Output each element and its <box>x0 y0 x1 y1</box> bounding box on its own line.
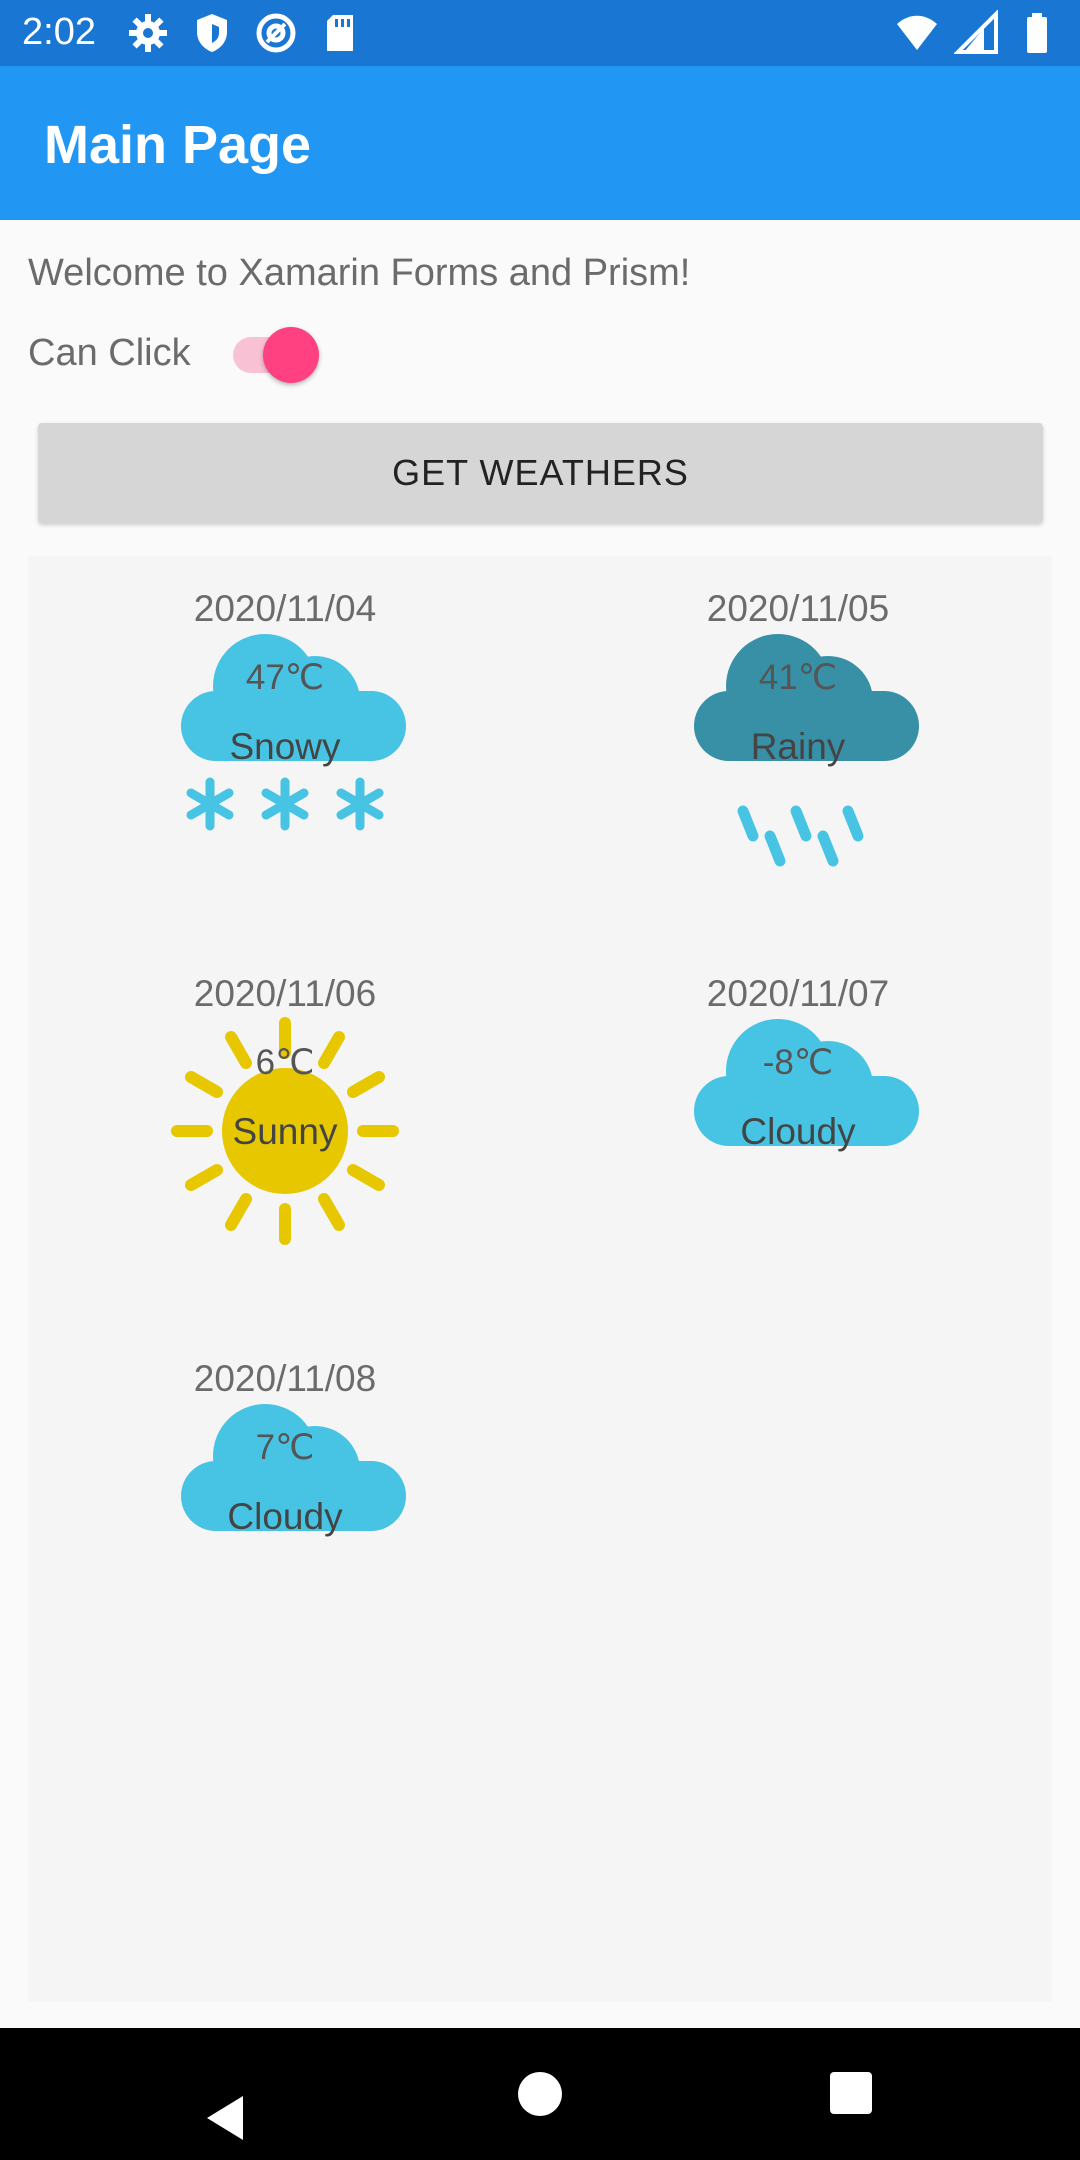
shield-icon <box>189 10 235 56</box>
recents-icon[interactable] <box>830 2072 872 2114</box>
status-time: 2:02 <box>22 11 96 53</box>
status-icons-right <box>894 9 1060 56</box>
gear-icon <box>125 10 171 56</box>
weather-condition: Sunny <box>232 1111 338 1152</box>
weather-list: 2020/11/04 47℃ Snowy 2020/11/05 41℃ Rain… <box>28 556 1052 2002</box>
weather-condition: Cloudy <box>227 1496 343 1537</box>
weather-condition: Cloudy <box>740 1111 856 1152</box>
home-icon[interactable] <box>518 2072 562 2116</box>
weather-date: 2020/11/06 <box>193 973 377 1014</box>
status-bar: 2:02 <box>0 0 1080 66</box>
status-icons-left <box>125 10 363 56</box>
weather-date: 2020/11/07 <box>706 973 890 1014</box>
weather-condition: Rainy <box>750 726 846 767</box>
weather-date: 2020/11/04 <box>193 588 377 629</box>
welcome-label: Welcome to Xamarin Forms and Prism! <box>28 252 691 294</box>
page-title: Main Page <box>44 115 312 175</box>
weather-temp: 7℃ <box>255 1428 315 1467</box>
signal-icon <box>953 9 1000 56</box>
can-click-label: Can Click <box>28 332 191 374</box>
can-click-switch[interactable] <box>233 327 323 383</box>
switch-thumb <box>263 327 319 383</box>
weather-card[interactable]: 2020/11/06 6℃ Sunny <box>105 941 465 1271</box>
weather-temp: 6℃ <box>255 1043 315 1082</box>
wifi-icon <box>894 10 940 56</box>
back-icon[interactable] <box>203 2094 247 2147</box>
weather-condition: Snowy <box>229 726 341 767</box>
weather-card[interactable]: 2020/11/04 47℃ Snowy <box>105 556 465 886</box>
weather-temp: 41℃ <box>758 658 838 697</box>
weather-date: 2020/11/08 <box>193 1358 377 1399</box>
weather-date: 2020/11/05 <box>706 588 890 629</box>
weather-temp: -8℃ <box>762 1043 834 1082</box>
get-weathers-button[interactable]: GET WEATHERS <box>38 423 1043 523</box>
weather-card[interactable]: 2020/11/08 7℃ Cloudy <box>105 1326 465 1656</box>
at-icon <box>253 10 299 56</box>
weather-card[interactable]: 2020/11/05 41℃ Rainy <box>618 556 978 886</box>
app-bar: Main Page <box>0 66 1080 220</box>
battery-icon <box>1014 10 1060 56</box>
weather-card[interactable]: 2020/11/07 -8℃ Cloudy <box>618 941 978 1271</box>
weather-temp: 47℃ <box>245 658 325 697</box>
sd-card-icon <box>317 10 363 56</box>
